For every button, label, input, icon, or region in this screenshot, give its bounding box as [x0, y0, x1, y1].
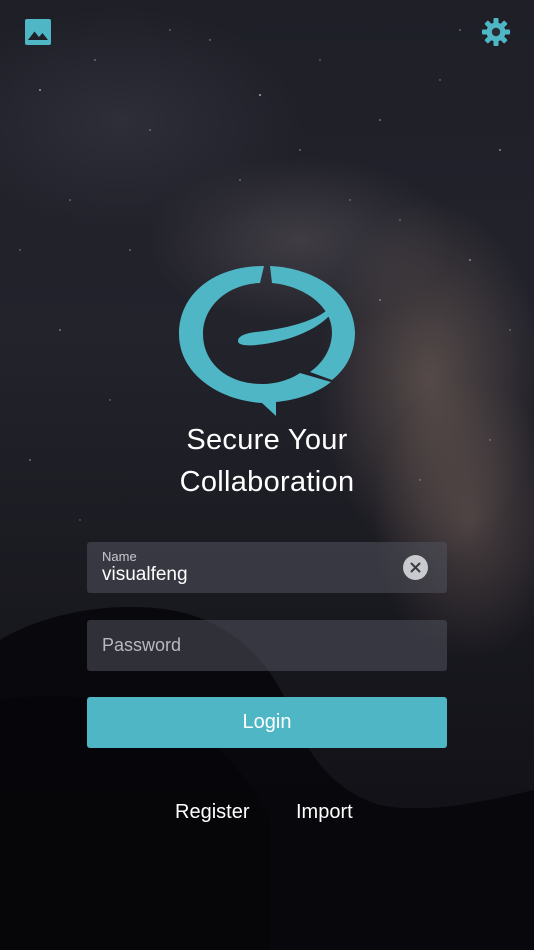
register-link[interactable]: Register — [175, 801, 249, 824]
app-logo — [176, 262, 358, 418]
password-field[interactable]: Password — [87, 620, 447, 671]
name-field[interactable]: Name visualfeng — [87, 542, 447, 593]
tagline: Secure Your Collaboration — [0, 419, 534, 503]
login-button[interactable]: Login — [87, 697, 447, 748]
image-icon[interactable] — [22, 16, 54, 48]
close-icon — [410, 562, 421, 573]
tagline-line-1: Secure Your — [186, 424, 348, 456]
name-value[interactable]: visualfeng — [102, 564, 188, 586]
name-label: Name — [102, 549, 137, 564]
import-link[interactable]: Import — [296, 801, 353, 824]
tagline-line-2: Collaboration — [179, 466, 355, 498]
gear-icon[interactable] — [480, 16, 512, 48]
clear-name-button[interactable] — [403, 555, 428, 580]
password-placeholder: Password — [102, 635, 182, 655]
